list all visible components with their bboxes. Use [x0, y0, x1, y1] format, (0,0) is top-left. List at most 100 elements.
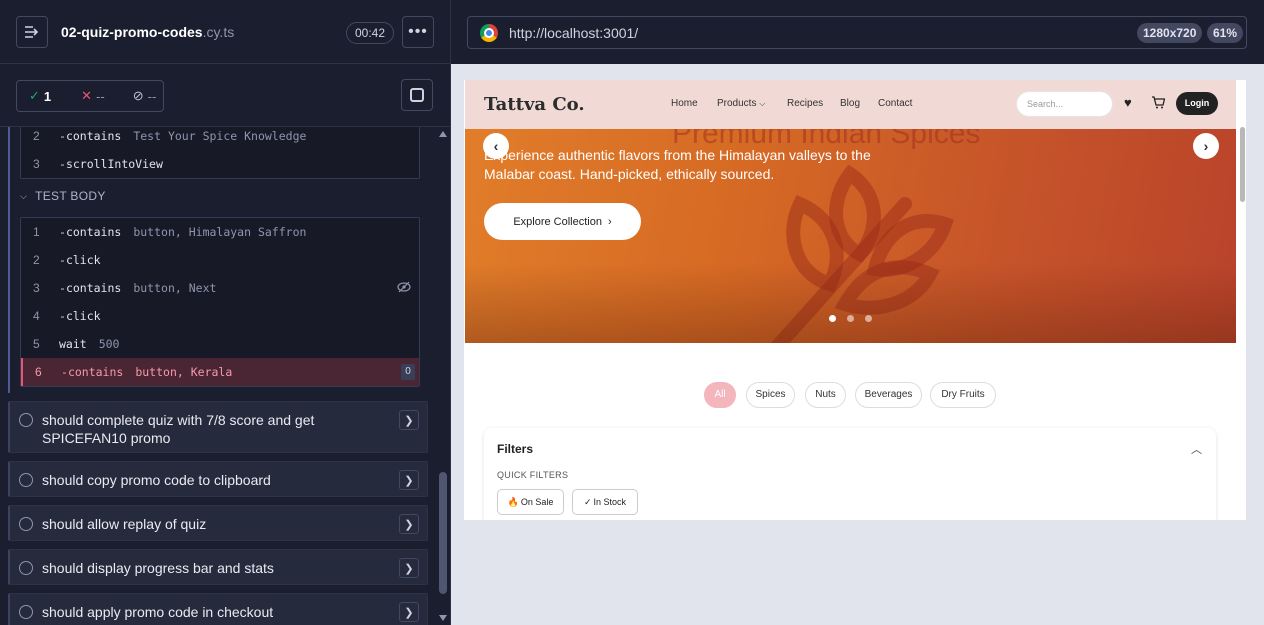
category-beverages[interactable]: Beverages — [855, 382, 922, 408]
test-title: should allow replay of quiz — [42, 516, 207, 532]
scroll-down-icon[interactable] — [439, 615, 447, 621]
viewport-size-badge[interactable]: 1280x720 — [1137, 23, 1203, 43]
carousel-dot[interactable] — [865, 315, 872, 322]
scrollbar-thumb[interactable] — [439, 472, 447, 594]
command-row[interactable]: 3 - scrollIntoView — [21, 150, 419, 178]
test-title: should apply promo code in checkout — [42, 604, 274, 620]
category-spices[interactable]: Spices — [746, 382, 795, 408]
x-icon: ✕ — [81, 88, 93, 103]
hook-commands: 2 - contains Test Your Spice Knowledge 3… — [20, 127, 420, 179]
command-name: scrollIntoView — [65, 157, 163, 171]
command-row[interactable]: 2 - contains Test Your Spice Knowledge — [21, 127, 419, 150]
pending-count: -- — [147, 88, 157, 104]
command-name: click — [65, 309, 101, 323]
category-nuts[interactable]: Nuts — [805, 382, 846, 408]
passed-stat: ✓ 1 — [29, 88, 51, 104]
on-sale-filter[interactable]: 🔥 On Sale — [497, 489, 564, 515]
not-run-icon — [19, 413, 33, 427]
pending-stat: ⊘ -- — [133, 88, 157, 104]
passed-count: 1 — [43, 88, 52, 104]
test-item[interactable]: should display progress bar and stats ❯ — [8, 549, 428, 585]
filters-panel: Filters ︿ QUICK FILTERS 🔥 On Sale ✓ In Sto… — [484, 428, 1216, 520]
chrome-icon — [480, 24, 498, 42]
eye-off-icon[interactable] — [397, 281, 411, 296]
test-body-label: TEST BODY — [35, 189, 106, 203]
nav-products[interactable]: Products ⌵ — [717, 98, 765, 109]
test-item[interactable]: should complete quiz with 7/8 score and … — [8, 401, 428, 453]
aut-scrollbar[interactable] — [1238, 127, 1246, 520]
chevron-right-icon[interactable]: ❯ — [399, 514, 419, 534]
nav-contact[interactable]: Contact — [878, 98, 912, 109]
chevron-up-icon[interactable]: ︿ — [1191, 441, 1202, 457]
chevron-right-icon[interactable]: ❯ — [399, 470, 419, 490]
command-row[interactable]: 3 - contains button, Next — [21, 274, 419, 302]
command-row[interactable]: 5 wait 500 — [21, 330, 419, 358]
command-dash: - — [59, 225, 66, 239]
reporter-header: 02-quiz-promo-codes.cy.ts 00:42 ••• — [0, 0, 450, 64]
failed-command-row[interactable]: 6 - contains button, Kerala 0 — [21, 358, 419, 386]
chevron-right-icon[interactable]: ❯ — [399, 410, 419, 430]
command-row[interactable]: 2 - click — [21, 246, 419, 274]
chevron-down-icon: ⌵ — [20, 190, 28, 201]
nav-blog[interactable]: Blog — [840, 98, 860, 109]
stats-bar: ✓ 1 ✕ -- ⊘ -- — [0, 64, 450, 127]
more-options-button[interactable]: ••• — [402, 16, 434, 48]
carousel-next-button[interactable]: › — [1193, 133, 1219, 159]
test-body-commands: 1 - contains button, Himalayan Saffron 2… — [20, 217, 420, 387]
chevron-right-icon: › — [607, 215, 612, 228]
explore-collection-button[interactable]: Explore Collection › — [484, 203, 641, 240]
carousel-prev-button[interactable]: ‹ — [483, 133, 509, 159]
command-dash: - — [59, 129, 66, 143]
not-run-icon — [19, 561, 33, 575]
scrollbar-thumb[interactable] — [1240, 127, 1245, 202]
not-run-icon — [19, 473, 33, 487]
command-arg: button, Himalayan Saffron — [133, 225, 307, 239]
spec-filename-ext: .cy.ts — [202, 24, 235, 40]
specs-list-icon — [25, 26, 39, 38]
test-body-section-toggle[interactable]: ⌵ TEST BODY — [20, 185, 106, 207]
reporter-scrollbar[interactable] — [436, 127, 450, 625]
not-run-icon — [19, 517, 33, 531]
carousel-dot[interactable] — [829, 315, 836, 322]
command-line-number: 6 — [35, 365, 42, 379]
hero-carousel: Premium Indian Spices Experience authent… — [465, 129, 1236, 343]
command-arg: 500 — [98, 337, 120, 351]
check-icon: ✓ — [29, 88, 40, 103]
category-dry-fruits[interactable]: Dry Fruits — [930, 382, 996, 408]
test-item[interactable]: should apply promo code in checkout ❯ — [8, 593, 428, 625]
stop-icon — [410, 88, 424, 102]
nav-recipes[interactable]: Recipes — [787, 98, 823, 109]
cart-icon[interactable] — [1151, 96, 1166, 112]
chevron-right-icon[interactable]: ❯ — [399, 602, 419, 622]
open-test-commands: 2 - contains Test Your Spice Knowledge 3… — [8, 127, 428, 393]
nav-products-label: Products — [717, 98, 757, 109]
command-dash: - — [59, 253, 66, 267]
stop-run-button[interactable] — [401, 79, 433, 111]
command-row[interactable]: 4 - click — [21, 302, 419, 330]
chevron-right-icon[interactable]: ❯ — [399, 558, 419, 578]
spec-filename: 02-quiz-promo-codes.cy.ts — [61, 24, 234, 40]
command-row[interactable]: 1 - contains button, Himalayan Saffron — [21, 218, 419, 246]
url-text: http://localhost:3001/ — [509, 25, 639, 41]
test-item[interactable]: should copy promo code to clipboard ❯ — [8, 461, 428, 497]
toggle-specs-button[interactable] — [16, 16, 48, 48]
scroll-up-icon[interactable] — [439, 131, 447, 137]
command-name: contains — [65, 281, 122, 295]
command-line-number: 5 — [33, 337, 40, 351]
category-all[interactable]: All — [704, 382, 736, 408]
command-arg: button, Next — [133, 281, 217, 295]
login-button[interactable]: Login — [1176, 92, 1218, 115]
in-stock-filter[interactable]: ✓ In Stock — [572, 489, 638, 515]
site-logo[interactable]: Tattva Co. — [484, 94, 585, 115]
search-input[interactable]: Search... — [1016, 91, 1113, 117]
nav-home[interactable]: Home — [671, 98, 698, 109]
url-bar[interactable]: http://localhost:3001/ 1280x720 61% — [467, 16, 1247, 49]
in-stock-label: In Stock — [593, 497, 627, 507]
site-navbar: Tattva Co. Home Products ⌵ Recipes Blog … — [465, 80, 1236, 129]
command-name: contains — [65, 225, 122, 239]
aut-header: http://localhost:3001/ 1280x720 61% — [451, 0, 1264, 64]
heart-icon[interactable]: ♥ — [1124, 95, 1132, 110]
carousel-dot[interactable] — [847, 315, 854, 322]
command-line-number: 3 — [33, 157, 40, 171]
test-item[interactable]: should allow replay of quiz ❯ — [8, 505, 428, 541]
